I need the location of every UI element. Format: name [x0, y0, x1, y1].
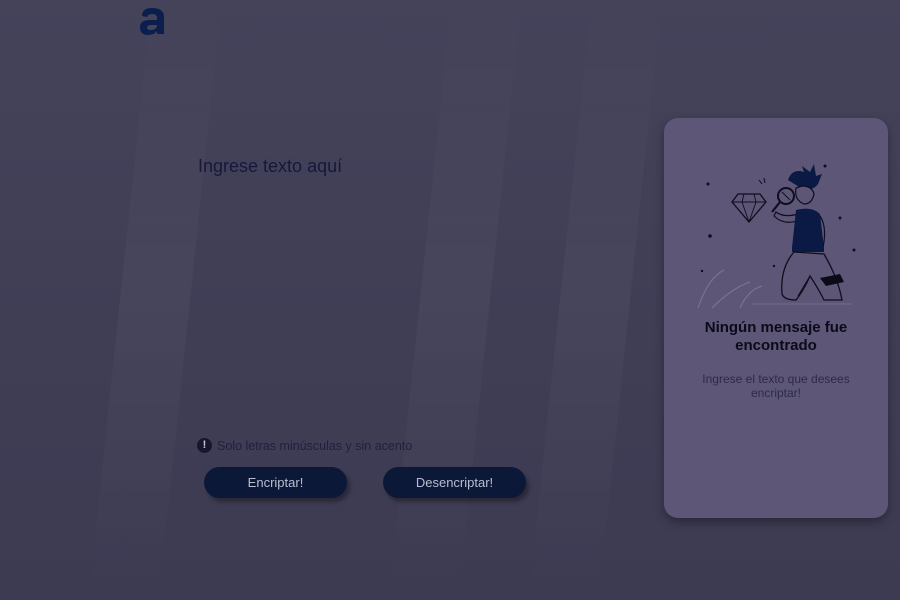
exclamation-circle-icon: ! [197, 438, 212, 453]
app-logo[interactable] [138, 6, 168, 36]
empty-state-title-line-1: Ningún mensaje fue [704, 319, 848, 336]
input-hint: ! Solo letras minúsculas y sin acento [197, 438, 412, 453]
encrypt-button[interactable]: Encriptar! [204, 467, 347, 498]
hint-text: Solo letras minúsculas y sin acento [217, 438, 413, 453]
decrypt-button[interactable]: Desencriptar! [383, 467, 526, 498]
person-with-magnifier-illustration [697, 164, 856, 309]
empty-state-title: Ningún mensaje fue encontrado [664, 319, 888, 355]
empty-state-subtitle: Ingrese el texto que desees encriptar! [702, 372, 850, 400]
message-textarea[interactable] [198, 156, 628, 416]
empty-state-title-line-2: encontrado [735, 337, 817, 354]
result-panel: Ningún mensaje fue encontrado Ingrese el… [664, 118, 888, 518]
logo-a-icon [140, 8, 164, 35]
